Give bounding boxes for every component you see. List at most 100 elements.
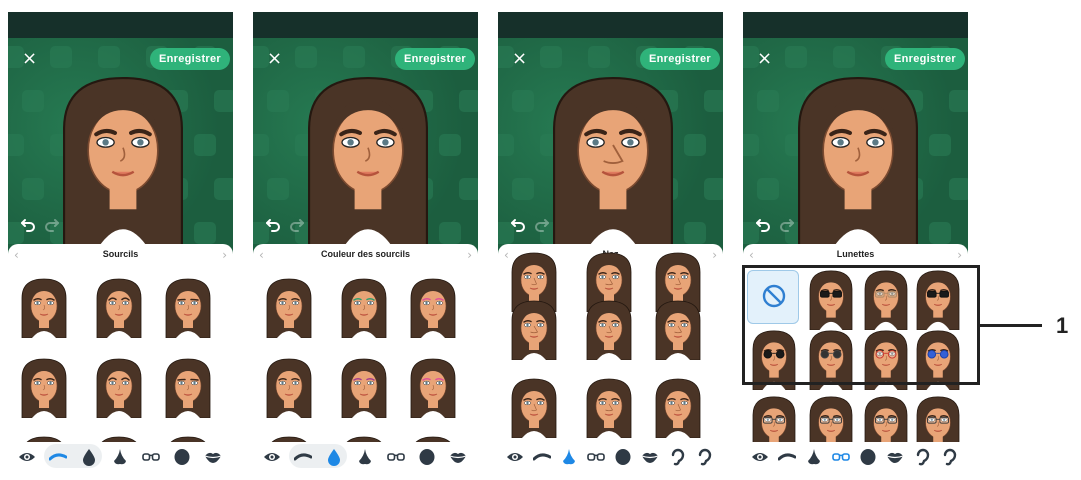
- lips-icon[interactable]: [449, 448, 467, 466]
- drop-icon[interactable]: [325, 448, 343, 466]
- undo-icon[interactable]: [510, 216, 526, 232]
- option-avatar[interactable]: [261, 276, 317, 339]
- callout-number: 1: [1056, 313, 1069, 338]
- undo-icon[interactable]: [20, 216, 36, 232]
- lips-icon[interactable]: [886, 448, 904, 466]
- close-icon[interactable]: ×: [22, 50, 37, 68]
- glasses-icon[interactable]: [387, 448, 405, 466]
- bg-pattern-tile: [757, 90, 779, 112]
- nose-icon[interactable]: [560, 448, 578, 466]
- save-button[interactable]: Enregistrer: [885, 48, 965, 70]
- eyebrow-icon[interactable]: [48, 448, 68, 466]
- bg-pattern-tile: [757, 178, 779, 200]
- bg-pattern-tile: [512, 178, 534, 200]
- redo-icon[interactable]: [44, 216, 60, 232]
- ear-icon[interactable]: [695, 448, 713, 466]
- panel-header: ‹ Lunettes ›: [743, 244, 968, 266]
- save-button[interactable]: Enregistrer: [640, 48, 720, 70]
- bg-pattern-tile: [743, 134, 759, 156]
- save-button[interactable]: Enregistrer: [150, 48, 230, 70]
- ear-icon[interactable]: [913, 448, 931, 466]
- option-avatar[interactable]: [405, 356, 461, 419]
- option-avatar[interactable]: [650, 298, 706, 361]
- option-avatar[interactable]: [16, 356, 72, 419]
- eyebrow-icon[interactable]: [532, 448, 552, 466]
- bg-pattern-tile: [498, 134, 514, 156]
- option-avatar[interactable]: [336, 356, 392, 419]
- face-shape-icon[interactable]: [173, 448, 191, 466]
- option-avatar[interactable]: [506, 376, 562, 439]
- bg-pattern-tile: [949, 178, 968, 200]
- eye-icon[interactable]: [263, 448, 281, 466]
- option-avatar[interactable]: [261, 356, 317, 419]
- status-bar: [743, 12, 968, 38]
- bg-pattern-tile: [949, 90, 968, 112]
- lips-icon[interactable]: [641, 448, 659, 466]
- undo-icon[interactable]: [755, 216, 771, 232]
- bg-pattern-tile: [98, 46, 120, 68]
- option-avatar[interactable]: [581, 376, 637, 439]
- nose-icon[interactable]: [805, 448, 823, 466]
- glasses-icon[interactable]: [832, 448, 850, 466]
- eyebrow-icon[interactable]: [777, 448, 797, 466]
- panel-title: Sourcils: [102, 249, 139, 259]
- option-avatar[interactable]: [405, 276, 461, 339]
- redo-icon[interactable]: [289, 216, 305, 232]
- options-panel: ‹ Sourcils ›: [8, 244, 233, 470]
- chevron-right-icon[interactable]: ›: [222, 248, 227, 262]
- face-shape-icon[interactable]: [614, 448, 632, 466]
- bg-pattern-tile: [833, 46, 855, 68]
- bg-pattern-tile: [214, 90, 233, 112]
- options-panel: ‹Nez›: [498, 244, 723, 470]
- screen-eyebrow-color: × Enregistrer ‹ Couleur des sourcils ›: [253, 12, 478, 470]
- option-avatar[interactable]: [581, 298, 637, 361]
- close-icon[interactable]: ×: [267, 50, 282, 68]
- option-avatar[interactable]: [650, 376, 706, 439]
- option-avatar[interactable]: [506, 298, 562, 361]
- close-icon[interactable]: ×: [512, 50, 527, 68]
- bg-pattern-tile: [253, 134, 269, 156]
- ear-icon[interactable]: [940, 448, 958, 466]
- eye-icon[interactable]: [18, 448, 36, 466]
- category-toolbar: [743, 442, 968, 470]
- screen-glasses: × Enregistrer ‹ Lunettes ›: [743, 12, 968, 470]
- face-shape-icon[interactable]: [418, 448, 436, 466]
- option-avatar[interactable]: [91, 276, 147, 339]
- panel-header: ‹ Couleur des sourcils ›: [253, 244, 478, 266]
- option-avatar[interactable]: [160, 276, 216, 339]
- ear-icon[interactable]: [668, 448, 686, 466]
- option-avatar[interactable]: [16, 276, 72, 339]
- face-shape-icon[interactable]: [859, 448, 877, 466]
- chevron-right-icon[interactable]: ›: [957, 248, 962, 262]
- glasses-icon[interactable]: [587, 448, 605, 466]
- redo-icon[interactable]: [534, 216, 550, 232]
- bg-pattern-tile: [540, 46, 562, 68]
- bg-pattern-tile: [22, 90, 44, 112]
- close-icon[interactable]: ×: [757, 50, 772, 68]
- bg-pattern-tile: [343, 46, 365, 68]
- drop-icon[interactable]: [80, 448, 98, 466]
- stage: × Enregistrer ‹ Sourcils › × Enregistrer ‹ Coul…: [0, 0, 1081, 480]
- glasses-icon[interactable]: [142, 448, 160, 466]
- option-avatar[interactable]: [160, 356, 216, 419]
- chevron-right-icon[interactable]: ›: [712, 248, 717, 262]
- option-avatar[interactable]: [91, 356, 147, 419]
- callout-line: [980, 324, 1042, 327]
- status-bar: [253, 12, 478, 38]
- option-avatar[interactable]: [336, 276, 392, 339]
- nose-icon[interactable]: [356, 448, 374, 466]
- bg-pattern-tile: [50, 46, 72, 68]
- status-bar: [498, 12, 723, 38]
- undo-icon[interactable]: [265, 216, 281, 232]
- bg-pattern-tile: [459, 178, 478, 200]
- eye-icon[interactable]: [506, 448, 524, 466]
- bg-pattern-tile: [512, 90, 534, 112]
- chevron-right-icon[interactable]: ›: [467, 248, 472, 262]
- options-panel: ‹ Couleur des sourcils ›: [253, 244, 478, 470]
- nose-icon[interactable]: [111, 448, 129, 466]
- save-button[interactable]: Enregistrer: [395, 48, 475, 70]
- redo-icon[interactable]: [779, 216, 795, 232]
- eye-icon[interactable]: [751, 448, 769, 466]
- eyebrow-icon[interactable]: [293, 448, 313, 466]
- lips-icon[interactable]: [204, 448, 222, 466]
